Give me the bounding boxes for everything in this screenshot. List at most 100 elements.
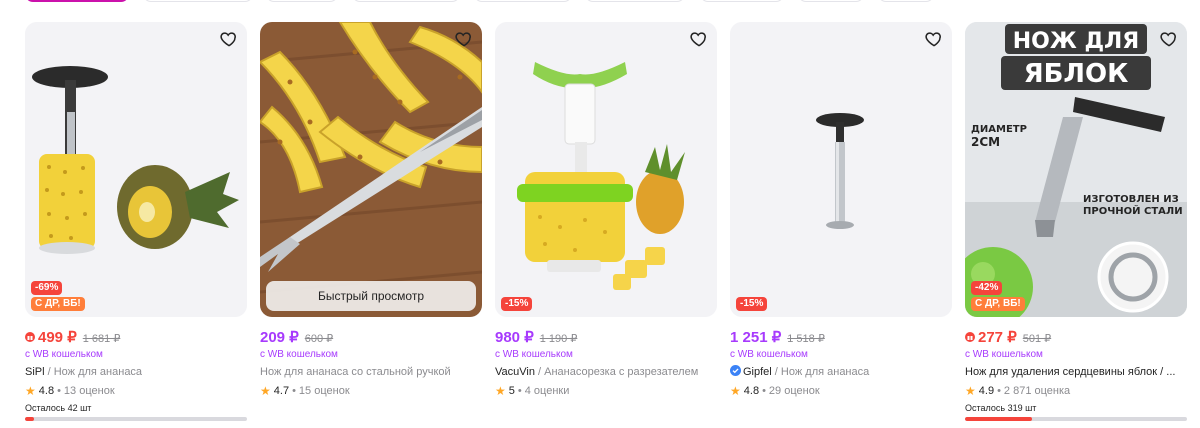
brand: Gipfel [743,366,772,378]
star-icon: ★ [965,384,976,398]
product-card[interactable]: -15% 1 251 ₽ 1 518 ₽ с WB кошельком Gipf… [730,22,952,428]
product-title[interactable]: VacuVin / Ананасорезка с разрезателем [495,365,717,379]
separator-dot: • [997,385,1001,397]
price: 1 251 ₽ [730,329,782,346]
verified-seller-icon [730,365,741,376]
reviews-count: 29 оценок [768,385,820,397]
banner-steel-line1: ИЗГОТОВЛЕН ИЗ [1083,194,1179,205]
reviews-count: 15 оценок [298,385,350,397]
wallet-note: с WB кошельком [260,349,338,360]
pineapple-knife-photo-icon [260,22,482,317]
favorite-heart-icon[interactable] [1157,27,1181,51]
star-icon: ★ [260,384,271,398]
old-price: 1 518 ₽ [787,333,825,345]
separator-dot: • [292,385,296,397]
reviews-count: 4 оценки [524,385,570,397]
price-row: 1 251 ₽ 1 518 ₽ [730,329,825,347]
wallet-note: с WB кошельком [25,349,103,360]
promo-badge: С ДР, ВБ! [971,297,1025,311]
filter-chip[interactable] [700,0,784,2]
banner-diameter-value: 2СМ [971,135,1000,149]
rating-value: 4.8 [38,385,55,397]
filter-chip[interactable] [474,0,572,2]
old-price: 1 190 ₽ [539,333,578,345]
price-row: 499 ₽ 1 681 ₽ [25,329,120,347]
product-card[interactable]: НОЖ ДЛЯ ЯБЛОК ДИАМЕТР 2СМ ИЗГОТОВЛЕН ИЗ … [965,22,1187,428]
badges: -42% С ДР, ВБ! [971,281,1025,311]
product-image[interactable]: -15% [495,22,717,317]
product-image[interactable]: НОЖ ДЛЯ ЯБЛОК ДИАМЕТР 2СМ ИЗГОТОВЛЕН ИЗ … [965,22,1187,317]
price-row: 277 ₽ 501 ₽ [965,329,1051,347]
product-title[interactable]: Gipfel / Нож для ананаса [730,365,952,379]
rating-value: 4.9 [978,385,995,397]
star-icon: ★ [495,384,506,398]
filter-chip[interactable] [878,0,934,2]
product-title[interactable]: Нож для удаления сердцевины яблок / ... [965,365,1187,379]
price-value: 499 ₽ [38,329,77,346]
product-card[interactable]: Быстрый просмотр 209 ₽ 600 ₽ с WB кошель… [260,22,482,428]
price: 499 ₽ [25,329,77,347]
banner-line1: НОЖ ДЛЯ [1013,29,1140,54]
product-title[interactable]: SiPl / Нож для ананаса [25,365,247,379]
filter-chip[interactable] [266,0,338,2]
product-name: / Нож для ананаса [44,366,143,378]
product-grid: -69% С ДР, ВБ! 499 ₽ 1 681 ₽ с WB кошель… [25,22,1190,428]
product-image[interactable]: -15% [730,22,952,317]
gift-icon [25,332,35,342]
filter-chip-active[interactable] [25,0,129,2]
product-card[interactable]: -15% 980 ₽ 1 190 ₽ с WB кошельком VacuVi… [495,22,717,428]
quick-view-button[interactable]: Быстрый просмотр [266,281,476,311]
product-image[interactable]: -69% С ДР, ВБ! [25,22,247,317]
discount-badge: -15% [736,297,768,311]
product-name: / Нож для ананаса [771,366,870,378]
favorite-heart-icon[interactable] [452,27,476,51]
banner-diameter: ДИАМЕТР [971,124,1027,135]
pineapple-corer-icon [25,22,247,317]
stock-text: Осталось 319 шт [965,403,1037,413]
discount-badge: -42% [971,281,1003,295]
product-image[interactable]: Быстрый просмотр [260,22,482,317]
filter-chip[interactable] [798,0,864,2]
filter-chip[interactable] [143,0,253,2]
product-card[interactable]: -69% С ДР, ВБ! 499 ₽ 1 681 ₽ с WB кошель… [25,22,247,428]
rating-row: ★ 4.8 • 29 оценок [730,384,820,398]
wallet-note: с WB кошельком [965,349,1043,360]
product-name: / Ананасорезка с разрезателем [534,366,699,378]
banner-line2: ЯБЛОК [1024,59,1129,89]
filter-chip[interactable] [585,0,685,2]
star-icon: ★ [730,384,741,398]
rating-row: ★ 5 • 4 оценки [495,384,569,398]
favorite-heart-icon[interactable] [687,27,711,51]
old-price: 501 ₽ [1022,333,1052,345]
stock-bar [25,417,247,421]
filter-chips-row [0,0,1200,5]
rating-value: 5 [508,385,515,397]
reviews-count: 13 оценок [63,385,115,397]
brand: SiPl [25,366,45,378]
banner-steel-line2: ПРОЧНОЙ СТАЛИ [1083,204,1183,217]
price: 277 ₽ [965,329,1017,347]
price-row: 980 ₽ 1 190 ₽ [495,329,577,347]
price: 209 ₽ [260,329,299,346]
rating-value: 4.8 [743,385,760,397]
stock-text: Осталось 42 шт [25,403,92,413]
rating-value: 4.7 [273,385,290,397]
apple-corer-icon: НОЖ ДЛЯ ЯБЛОК ДИАМЕТР 2СМ ИЗГОТОВЛЕН ИЗ … [965,22,1187,317]
stock-bar-fill [965,417,1032,421]
product-name: Нож для удаления сердцевины яблок / ... [965,366,1176,378]
badges: -15% [736,297,768,311]
wallet-note: с WB кошельком [495,349,573,360]
price-value: 277 ₽ [978,329,1017,346]
product-title[interactable]: Нож для ананаса со стальной ручкой [260,365,482,379]
filter-chip[interactable] [352,0,460,2]
separator-dot: • [517,385,522,397]
rating-row: ★ 4.9 • 2 871 оценка [965,384,1070,398]
star-icon: ★ [25,384,36,398]
favorite-heart-icon[interactable] [922,27,946,51]
discount-badge: -69% [31,281,63,295]
favorite-heart-icon[interactable] [217,27,241,51]
price: 980 ₽ [495,329,534,346]
stock-bar [965,417,1187,421]
badges: -69% С ДР, ВБ! [31,281,85,311]
wallet-note: с WB кошельком [730,349,808,360]
